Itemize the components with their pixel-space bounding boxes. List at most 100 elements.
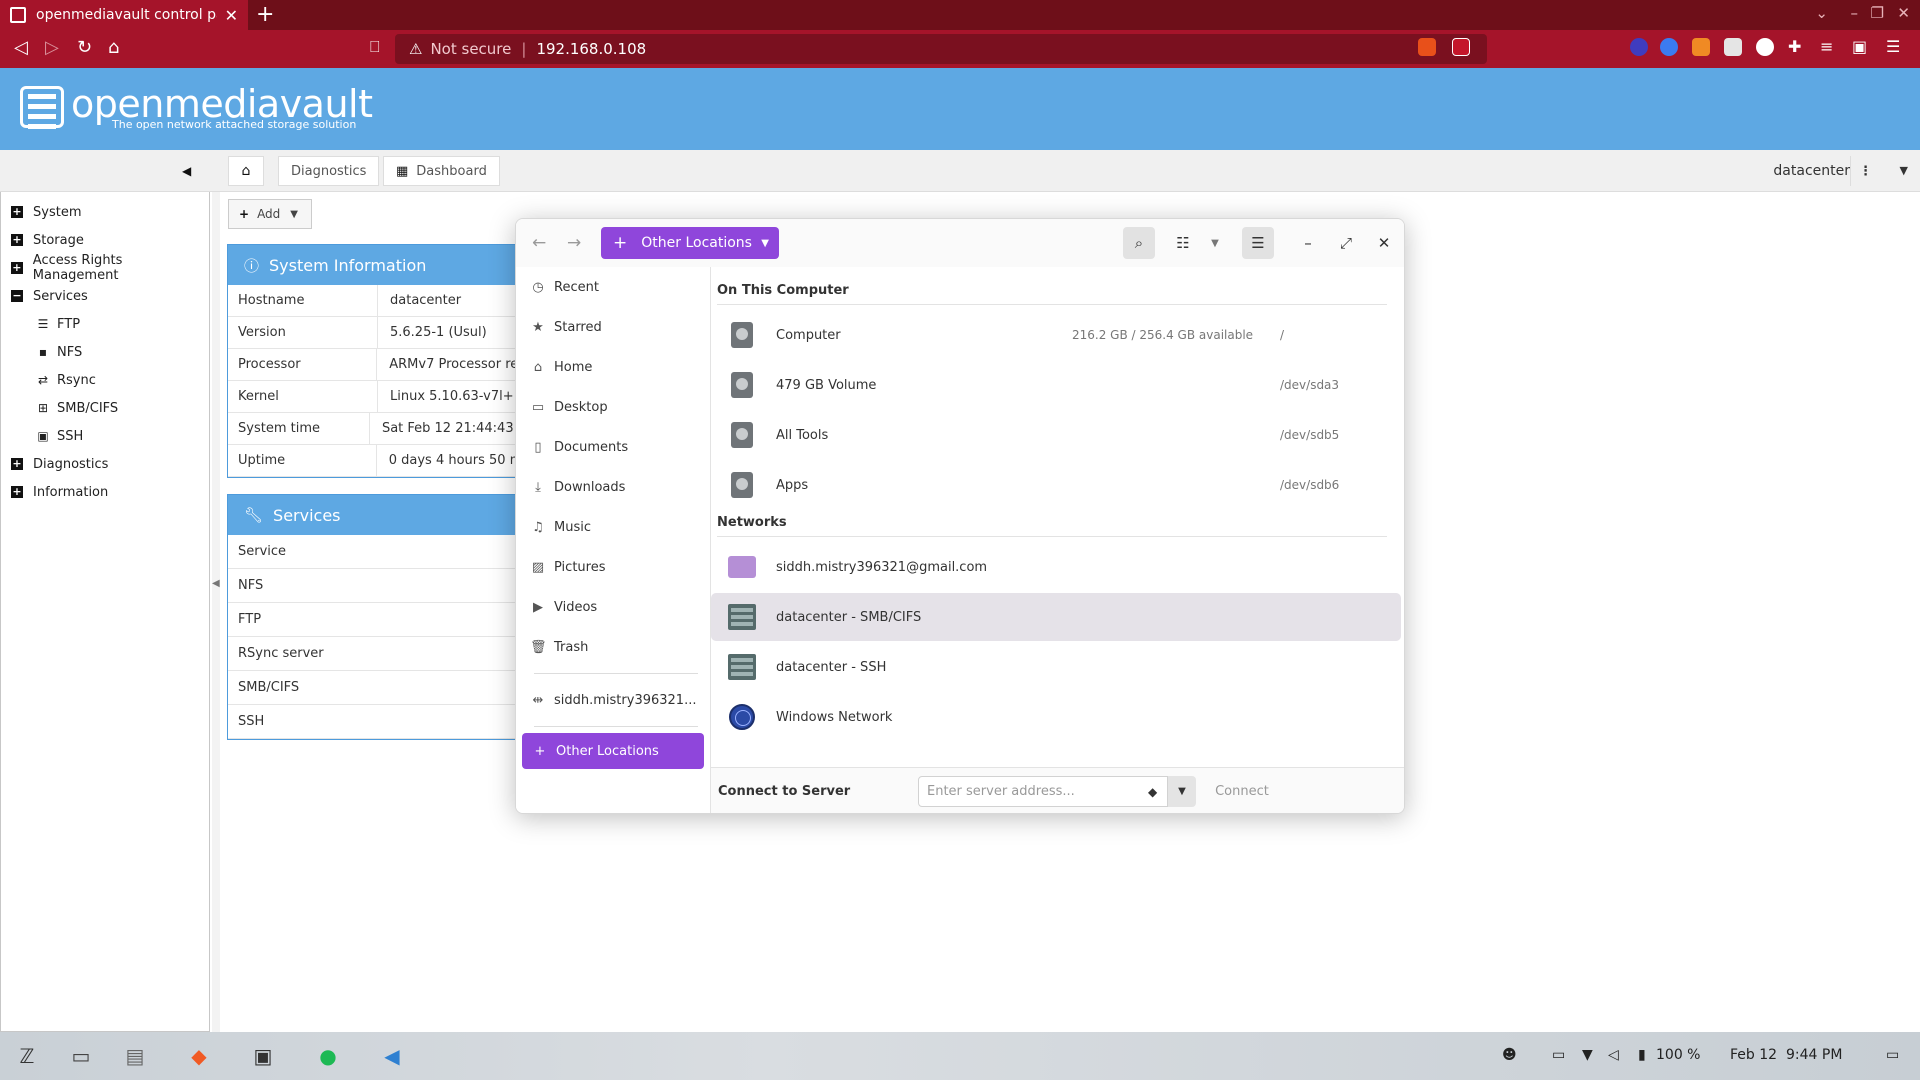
tree-item-storage[interactable]: + Storage <box>1 226 209 254</box>
server-history-dropdown[interactable]: ▼ <box>1168 776 1196 807</box>
extension-2-icon[interactable] <box>1660 38 1678 56</box>
address-bar[interactable]: ⚠ Not secure | 192.168.0.108 ⚿ <box>395 34 1487 64</box>
minimize-button[interactable]: – <box>1292 227 1324 259</box>
battery-icon[interactable]: ▮ <box>1638 1047 1646 1063</box>
list-item[interactable]: 479 GB Volume /dev/sda3 <box>711 361 1401 409</box>
extension-1-icon[interactable] <box>1630 38 1648 56</box>
sidebar-item-music[interactable]: ♫ Music <box>516 507 710 547</box>
breadcrumb-diagnostics[interactable]: Diagnostics <box>278 156 380 186</box>
sidebar-item-desktop[interactable]: ▭ Desktop <box>516 387 710 427</box>
terminal-app-icon[interactable]: ▣ <box>248 1042 278 1070</box>
sidebar-item-starred[interactable]: ★ Starred <box>516 307 710 347</box>
reload-icon[interactable]: ↻ <box>77 37 92 58</box>
tree-item-information[interactable]: + Information <box>1 478 209 506</box>
tree-item-rsync[interactable]: ⇄ Rsync <box>1 366 209 394</box>
close-button[interactable]: ✕ <box>1368 227 1400 259</box>
connect-button[interactable]: Connect <box>1207 776 1277 807</box>
tree-item-services[interactable]: − Services <box>1 282 209 310</box>
list-item[interactable]: siddh.mistry396321@gmail.com <box>711 543 1401 591</box>
extension-3-icon[interactable] <box>1692 38 1710 56</box>
zorin-menu-icon[interactable]: ℤ <box>12 1042 42 1070</box>
close-tab-icon[interactable]: ✕ <box>225 6 238 25</box>
tree-item-diagnostics[interactable]: + Diagnostics <box>1 450 209 478</box>
expand-icon[interactable]: + <box>11 234 23 246</box>
bookmark-icon[interactable]: ⎕ <box>370 37 380 57</box>
collapse-icon[interactable]: − <box>11 290 23 302</box>
list-item[interactable]: All Tools /dev/sdb5 <box>711 411 1401 459</box>
accessibility-icon[interactable]: ☻ <box>1502 1047 1517 1063</box>
sidebar-item-pictures[interactable]: ▨ Pictures <box>516 547 710 587</box>
help-icon[interactable]: ◆ <box>1148 785 1157 799</box>
clock-date[interactable]: Feb 12 <box>1730 1047 1777 1063</box>
extensions-puzzle-icon[interactable]: ✚ <box>1788 37 1801 56</box>
menu-button[interactable]: ☰ <box>1242 227 1274 259</box>
forward-arrow-icon[interactable]: → <box>567 233 581 253</box>
browser-tab[interactable]: openmediavault control pane ✕ <box>0 0 248 30</box>
sidebar-item-trash[interactable]: 🗑︎ Trash <box>516 627 710 667</box>
clock-time[interactable]: 9:44 PM <box>1786 1047 1842 1063</box>
sidebar-item-home[interactable]: ⌂ Home <box>516 347 710 387</box>
sidebar-item-videos[interactable]: ▶ Videos <box>516 587 710 627</box>
tree-item-nfs[interactable]: ▪ NFS <box>1 338 209 366</box>
list-item[interactable]: datacenter - SSH <box>711 643 1401 691</box>
menu-icon[interactable]: ☰ <box>1886 37 1900 56</box>
kebab-menu-icon[interactable]: ⋮ <box>1850 156 1880 186</box>
extension-4-icon[interactable] <box>1724 38 1742 56</box>
home-icon[interactable]: ⌂ <box>108 37 119 58</box>
wifi-icon[interactable]: ▼ <box>1582 1047 1593 1063</box>
wrench-icon: 🔧︎ <box>244 506 264 524</box>
tree-item-ssh[interactable]: ▣ SSH <box>1 422 209 450</box>
add-widget-button[interactable]: + Add ▼ <box>228 199 312 229</box>
location-button[interactable]: + Other Locations ▼ <box>601 227 779 259</box>
expand-icon[interactable]: + <box>11 458 23 470</box>
volume-icon[interactable]: ◁ <box>1608 1047 1619 1063</box>
list-item[interactable]: Windows Network <box>711 693 1401 741</box>
back-icon[interactable]: ◁ <box>14 37 28 58</box>
maximize-button[interactable]: ⤢ <box>1330 227 1362 259</box>
sidebar-item-recent[interactable]: ◷ Recent <box>516 267 710 307</box>
tree-item-access-rights[interactable]: + Access Rights Management <box>1 253 209 283</box>
restore-icon[interactable]: ❐ <box>1871 4 1884 22</box>
display-icon[interactable]: ▭ <box>1552 1047 1565 1063</box>
back-arrow-icon[interactable]: ← <box>532 233 546 253</box>
collapse-sidebar-icon[interactable]: ◀ <box>182 164 191 178</box>
sidebar-splitter[interactable]: ◀ <box>212 192 220 1032</box>
tree-item-smb[interactable]: ⊞ SMB/CIFS <box>1 394 209 422</box>
wallet-icon[interactable]: ▣ <box>1852 37 1867 56</box>
home-crumb-icon[interactable]: ⌂ <box>228 156 264 186</box>
sidebar-item-other-locations[interactable]: + Other Locations <box>522 733 704 769</box>
workspaces-icon[interactable]: ▭ <box>66 1042 96 1070</box>
spotify-app-icon[interactable]: ● <box>313 1042 343 1070</box>
user-menu-caret-icon[interactable]: ▼ <box>1900 164 1908 177</box>
files-app-icon[interactable]: ▤ <box>120 1042 150 1070</box>
close-window-icon[interactable]: ✕ <box>1897 4 1910 22</box>
splitter-arrow-icon[interactable]: ◀ <box>212 578 220 589</box>
expand-icon[interactable]: + <box>11 486 23 498</box>
new-tab-icon[interactable]: + <box>256 2 274 27</box>
view-options-button[interactable]: ▼ <box>1199 227 1231 259</box>
playlist-icon[interactable]: ≡ <box>1820 37 1833 56</box>
tree-item-ftp[interactable]: ☰ FTP <box>1 310 209 338</box>
brave-shield-icon[interactable] <box>1418 38 1436 56</box>
tree-item-system[interactable]: + System <box>1 198 209 226</box>
sidebar-item-documents[interactable]: ▯ Documents <box>516 427 710 467</box>
breadcrumb-dashboard[interactable]: ▦ Dashboard <box>383 156 500 186</box>
expand-icon[interactable]: + <box>11 206 23 218</box>
brave-rewards-icon[interactable] <box>1452 38 1470 56</box>
notifications-icon[interactable]: ▭ <box>1886 1047 1899 1063</box>
server-address-input[interactable] <box>918 776 1168 807</box>
view-toggle-button[interactable]: ☷ <box>1167 227 1199 259</box>
list-item[interactable]: Computer 216.2 GB / 256.4 GB available / <box>711 311 1401 359</box>
vscode-app-icon[interactable]: ◀ <box>377 1042 407 1070</box>
list-item[interactable]: Apps /dev/sdb6 <box>711 461 1401 509</box>
expand-icon[interactable]: + <box>11 262 23 274</box>
brave-app-icon[interactable]: ◆ <box>184 1042 214 1070</box>
sidebar-item-downloads[interactable]: ⤓ Downloads <box>516 467 710 507</box>
search-button[interactable]: ⌕ <box>1123 227 1155 259</box>
list-item-selected[interactable]: datacenter - SMB/CIFS <box>711 593 1401 641</box>
minimize-icon[interactable]: – <box>1851 4 1859 22</box>
sidebar-item-network-account[interactable]: ⇹ siddh.mistry396321... <box>516 680 710 720</box>
forward-icon[interactable]: ▷ <box>45 37 59 58</box>
chevron-down-icon[interactable]: ⌄ <box>1815 4 1828 22</box>
extension-5-icon[interactable] <box>1756 38 1774 56</box>
